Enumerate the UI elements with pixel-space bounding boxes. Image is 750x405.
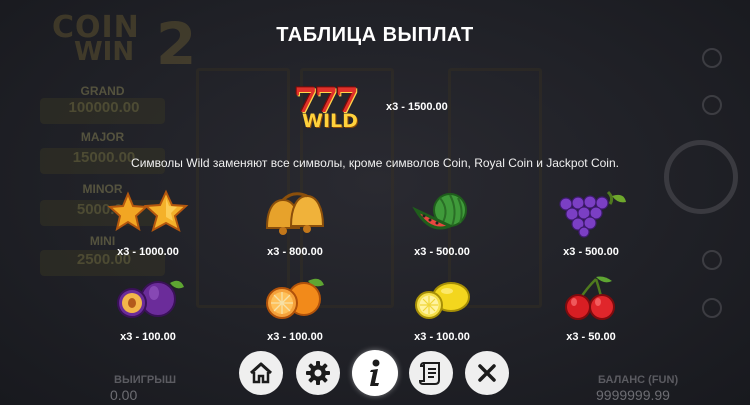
grapes-icon — [531, 188, 651, 240]
sound-off-icon[interactable] — [702, 48, 722, 68]
lemon-icon — [382, 273, 502, 325]
info-button[interactable] — [352, 350, 398, 396]
autoplay-icon[interactable] — [702, 95, 722, 115]
bells-icon — [235, 188, 355, 240]
jackpot-major-label: MAJOR — [80, 130, 125, 144]
wild-label: WILD — [302, 110, 358, 132]
info-icon — [370, 359, 380, 386]
jackpot-grand-label: GRAND — [80, 84, 125, 98]
watermelon-icon — [382, 188, 502, 240]
cherries-payout: x3 - 50.00 — [566, 331, 616, 343]
plum-icon — [88, 273, 208, 325]
wild-symbol: 777 WILD — [292, 84, 372, 132]
close-button[interactable] — [465, 351, 509, 395]
home-icon — [249, 362, 273, 384]
symbol-plum: x3 - 100.00 — [88, 273, 208, 353]
grapes-payout: x3 - 500.00 — [563, 246, 619, 258]
orange-payout: x3 - 100.00 — [267, 331, 323, 343]
scroll-icon — [418, 362, 440, 385]
home-button[interactable] — [239, 351, 283, 395]
symbol-grapes: x3 - 500.00 — [531, 188, 651, 268]
symbol-bells: x3 - 800.00 — [235, 188, 355, 268]
close-icon — [478, 364, 496, 382]
wild-description: Символы Wild заменяют все символы, кроме… — [131, 156, 619, 170]
bells-payout: x3 - 800.00 — [267, 246, 323, 258]
paytable-title: ТАБЛИЦА ВЫПЛАТ — [276, 24, 474, 46]
lemon-payout: x3 - 100.00 — [414, 331, 470, 343]
jackpot-grand-value: 100000.00 — [68, 99, 140, 116]
symbol-stars: x3 - 1000.00 — [88, 188, 208, 268]
symbol-cherries: x3 - 50.00 — [531, 273, 651, 353]
watermelon-payout: x3 - 500.00 — [414, 246, 470, 258]
spin-button[interactable] — [664, 140, 738, 214]
plum-payout: x3 - 100.00 — [120, 331, 176, 343]
symbol-orange: x3 - 100.00 — [235, 273, 355, 353]
menu-icon[interactable] — [702, 298, 722, 318]
orange-icon — [235, 273, 355, 325]
stars-payout: x3 - 1000.00 — [117, 246, 179, 258]
paytable-button-bar — [0, 350, 750, 397]
stars-icon — [88, 188, 208, 240]
gear-icon — [306, 361, 330, 385]
symbol-lemon: x3 - 100.00 — [382, 273, 502, 353]
symbol-watermelon: x3 - 500.00 — [382, 188, 502, 268]
cherries-icon — [531, 273, 651, 325]
bet-coins-icon[interactable] — [702, 250, 722, 270]
rules-button[interactable] — [409, 351, 453, 395]
settings-button[interactable] — [296, 351, 340, 395]
wild-payout: x3 - 1500.00 — [386, 101, 448, 113]
